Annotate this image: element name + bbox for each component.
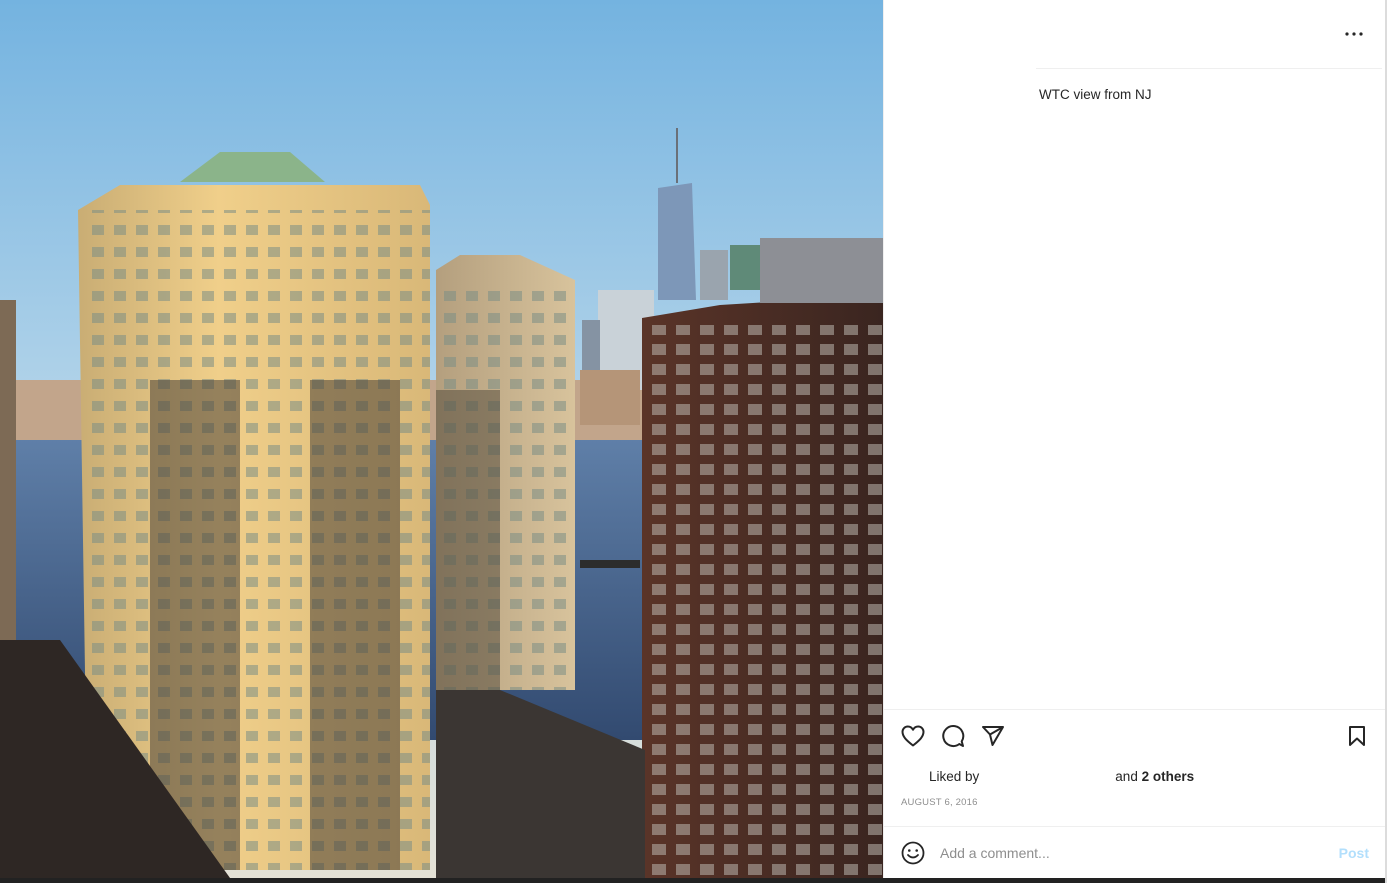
- post-date[interactable]: AUGUST 6, 2016: [901, 797, 978, 808]
- photo-skyline: [0, 0, 883, 878]
- emoji-button[interactable]: [900, 840, 926, 866]
- share-icon: [982, 726, 1004, 746]
- bookmark-icon: [1349, 726, 1365, 746]
- comment-divider: [884, 826, 1386, 827]
- share-button[interactable]: [980, 723, 1006, 749]
- like-button[interactable]: [900, 723, 926, 749]
- post-comment-button[interactable]: Post: [1339, 845, 1369, 861]
- more-options-icon: [1345, 32, 1363, 36]
- comment-button[interactable]: [940, 723, 966, 749]
- likes-others-link[interactable]: 2 others: [1142, 769, 1195, 784]
- background-strip: [0, 878, 1387, 883]
- post-photo[interactable]: [0, 0, 883, 878]
- more-options-button[interactable]: [1342, 22, 1366, 46]
- emoji-icon: [901, 841, 925, 865]
- actions-divider: [884, 709, 1386, 710]
- comment-icon: [942, 725, 965, 747]
- heart-icon: [901, 725, 925, 747]
- likes-middle: and: [1115, 769, 1138, 784]
- header-divider: [1036, 68, 1382, 69]
- post-caption: WTC view from NJ: [1039, 87, 1152, 102]
- post-details-panel: WTC view from NJ Liked by and 2 others AU…: [883, 0, 1386, 878]
- likes-prefix: Liked by: [929, 769, 980, 784]
- likes-summary: Liked by and 2 others: [929, 769, 1194, 784]
- comment-input[interactable]: [940, 841, 1320, 865]
- post-header: [884, 0, 1386, 68]
- save-button[interactable]: [1344, 723, 1370, 749]
